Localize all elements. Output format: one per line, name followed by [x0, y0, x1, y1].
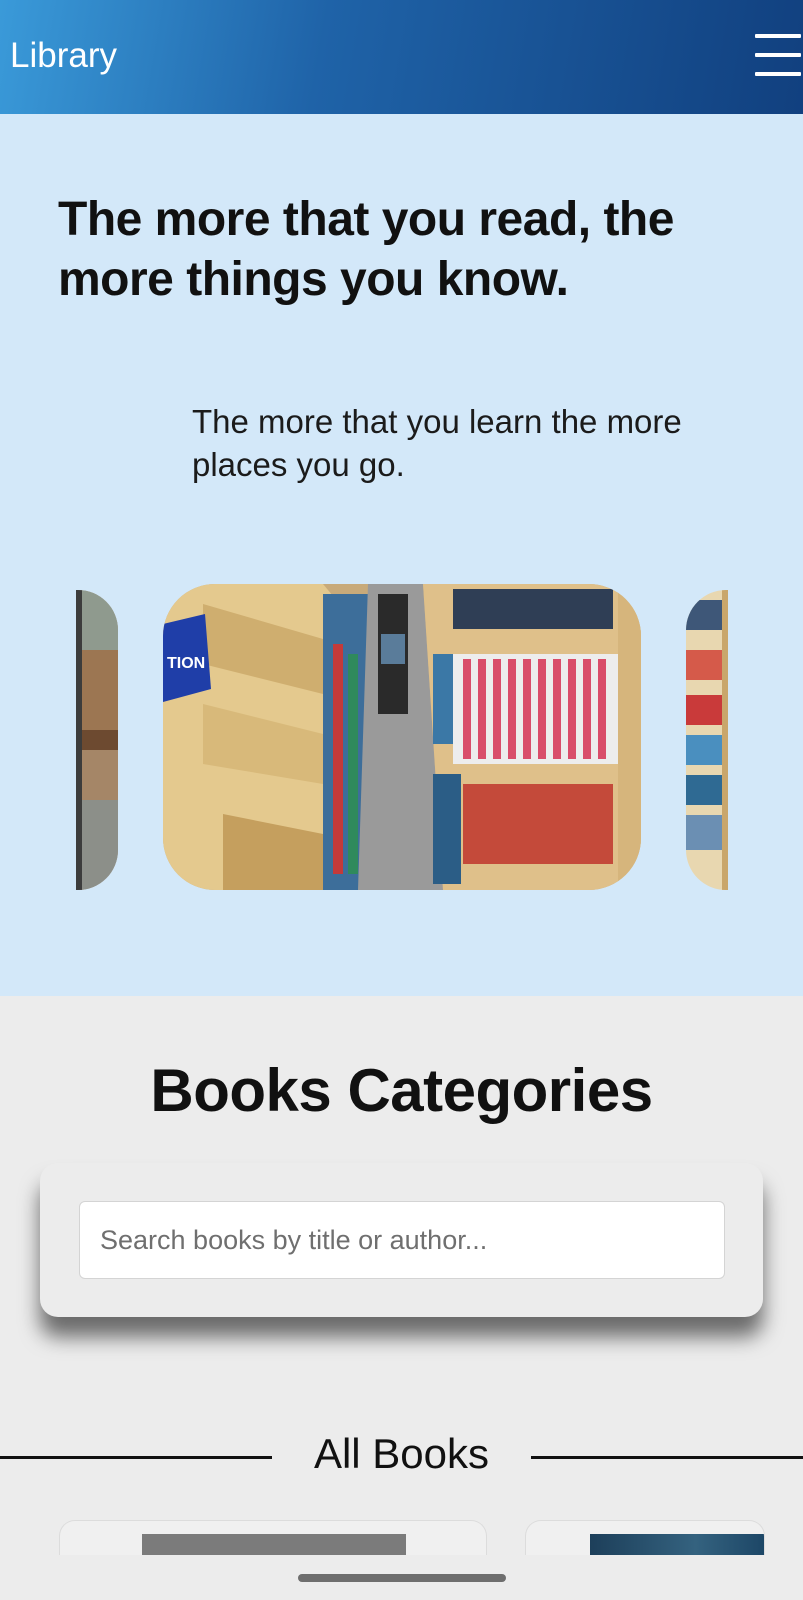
menu-line: [755, 72, 801, 76]
hamburger-menu-icon[interactable]: [755, 34, 801, 78]
divider-line: [0, 1456, 272, 1459]
hero-section: The more that you read, the more things …: [0, 114, 803, 996]
all-books-title: All Books: [313, 1430, 490, 1477]
bookshelf-photo: [686, 590, 728, 890]
categories-title: Books Categories: [150, 1057, 653, 1124]
carousel-slide-current[interactable]: TION: [163, 584, 641, 890]
carousel-slide-next[interactable]: [686, 590, 728, 890]
carousel-slide-previous[interactable]: [76, 590, 118, 890]
image-carousel[interactable]: TION: [0, 584, 803, 890]
home-indicator[interactable]: [298, 1574, 506, 1582]
search-card: [40, 1163, 763, 1317]
bookshelf-aisle-photo: TION: [163, 584, 641, 890]
hero-headline: The more that you read, the more things …: [58, 193, 674, 306]
app-title: Library: [10, 36, 117, 75]
menu-line: [755, 53, 801, 57]
all-books-divider: All Books: [0, 1430, 803, 1486]
search-input[interactable]: [79, 1201, 725, 1279]
library-interior-photo: [76, 590, 118, 890]
menu-line: [755, 34, 801, 38]
svg-text:TION: TION: [167, 655, 205, 672]
hero-subline: The more that you learn the more places …: [192, 403, 682, 483]
app-bar: Library: [0, 0, 803, 114]
divider-line: [531, 1456, 803, 1459]
